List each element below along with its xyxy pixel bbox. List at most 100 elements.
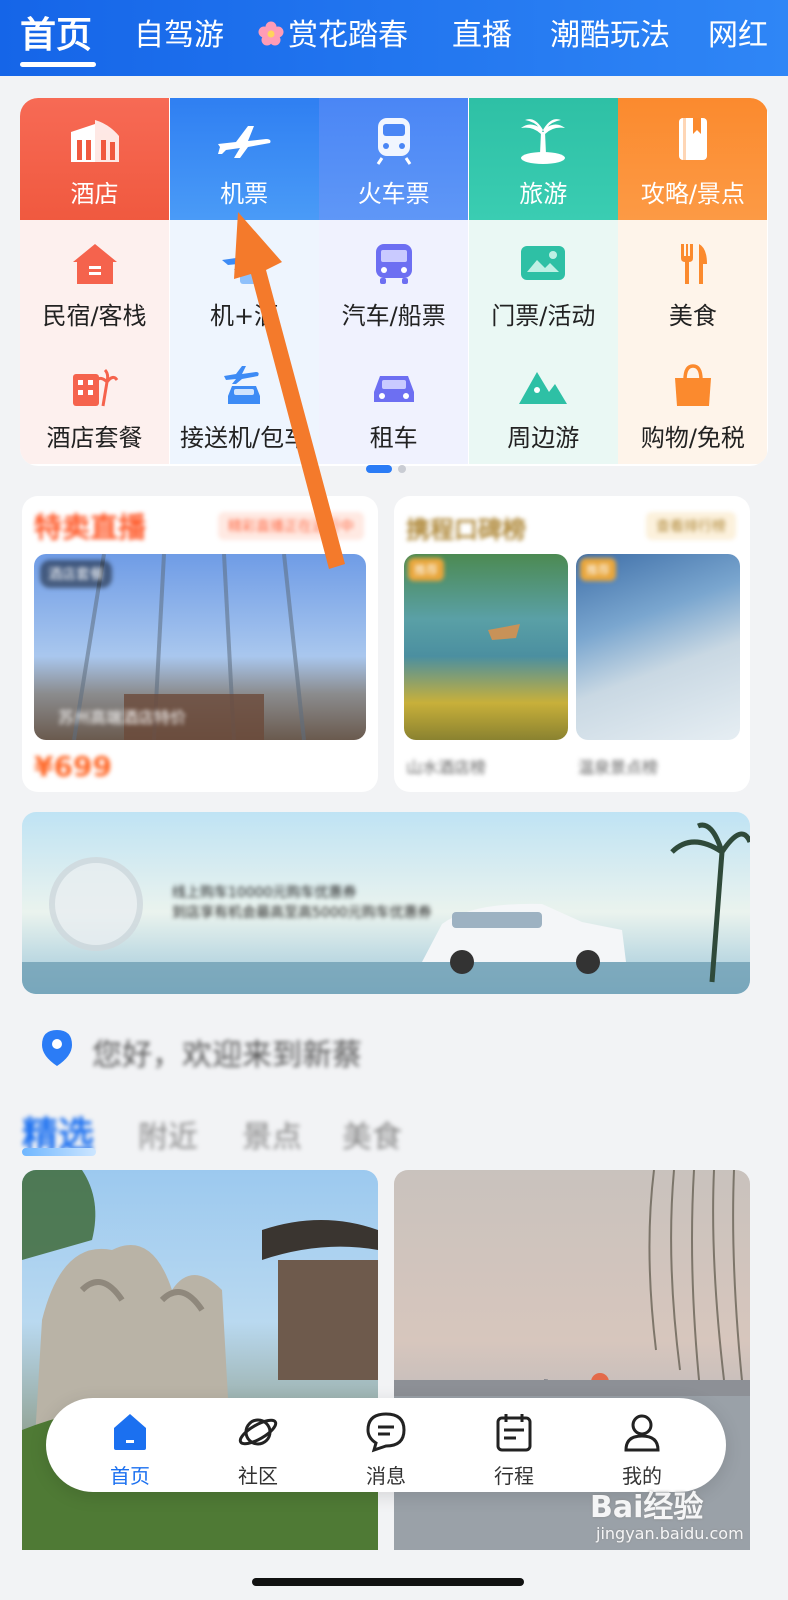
banner-line2: 到店享有机会最高至高5000元购车优惠券 xyxy=(172,905,432,921)
ranking-card[interactable]: 携程口碑榜 查看排行榜 推荐 推荐 山水酒店榜 温泉景点榜 xyxy=(394,496,750,792)
service-guide[interactable]: 攻略/景点 xyxy=(618,98,768,220)
service-food[interactable]: 美食 xyxy=(618,220,768,342)
feed-tab-nearby[interactable]: 附近 xyxy=(138,1112,198,1156)
service-nearby-tour[interactable]: 周边游 xyxy=(468,342,618,464)
service-flight[interactable]: 机票 xyxy=(169,98,319,220)
feed-tab-attractions[interactable]: 景点 xyxy=(242,1112,302,1156)
live-card-tag: 酒店套餐 xyxy=(40,560,112,588)
nav-home[interactable]: 首页 xyxy=(62,1398,198,1492)
service-tour[interactable]: 旅游 xyxy=(468,98,618,220)
tab-influencer[interactable]: 网红 xyxy=(708,14,768,58)
hotel-building-icon xyxy=(70,120,119,162)
live-card-badge: 精彩直播正在进行中 xyxy=(218,512,364,540)
service-grid: 酒店 机票 火车票 旅游 攻略/景点 民宿/客栈 机+酒 汽车/船票 门票/活动… xyxy=(20,98,768,466)
cherry-blossom-icon xyxy=(258,21,284,46)
home-icon xyxy=(114,1414,146,1450)
fork-knife-icon xyxy=(680,244,707,284)
service-label: 火车票 xyxy=(357,180,430,208)
nav-community[interactable]: 社区 xyxy=(190,1398,326,1492)
feed-tab-indicator xyxy=(22,1148,96,1156)
primary-service-row: 酒店 机票 火车票 旅游 攻略/景点 xyxy=(20,98,768,220)
car-rental-icon xyxy=(373,376,414,402)
nav-profile[interactable]: 我的 xyxy=(574,1398,710,1492)
airport-transfer-icon xyxy=(224,366,261,404)
nav-itinerary[interactable]: 行程 xyxy=(446,1398,582,1492)
nav-label: 首页 xyxy=(110,1464,150,1488)
ticket-icon xyxy=(521,246,566,280)
guidebook-icon xyxy=(678,118,707,160)
service-label: 酒店 xyxy=(70,180,119,208)
rank-caption-2: 温泉景点榜 xyxy=(578,758,659,777)
service-label: 接送机/包车 xyxy=(180,424,309,452)
service-homestay[interactable]: 民宿/客栈 xyxy=(20,220,169,342)
service-label: 酒店套餐 xyxy=(46,424,143,452)
service-label: 周边游 xyxy=(507,424,580,452)
shopping-bag-icon xyxy=(674,364,711,406)
live-sale-card[interactable]: 特卖直播 精彩直播正在进行中 酒店套餐 苏州高端酒店特价 ¥699 xyxy=(22,496,378,792)
garden-photo xyxy=(22,1170,378,1550)
nav-label: 社区 xyxy=(238,1464,278,1488)
nav-label: 行程 xyxy=(494,1464,534,1488)
tab-trendy[interactable]: 潮酷玩法 xyxy=(550,14,670,58)
service-hotel[interactable]: 酒店 xyxy=(20,98,169,220)
train-icon xyxy=(376,118,411,165)
message-icon xyxy=(366,1412,406,1453)
service-label: 旅游 xyxy=(519,180,568,208)
calendar-icon xyxy=(496,1414,532,1452)
live-card-image: 酒店套餐 苏州高端酒店特价 xyxy=(34,554,366,740)
location-pin-icon xyxy=(42,1030,72,1066)
plane-hotel-icon xyxy=(222,248,263,284)
service-train[interactable]: 火车票 xyxy=(319,98,469,220)
service-label: 租车 xyxy=(369,424,418,452)
user-icon xyxy=(624,1414,660,1452)
nav-messages[interactable]: 消息 xyxy=(318,1398,454,1492)
feed-tabs: 精选 附近 景点 美食 xyxy=(22,1106,762,1156)
service-label: 攻略/景点 xyxy=(640,180,745,208)
service-label: 门票/活动 xyxy=(491,302,596,330)
banner-line1: 线上购车10000元购车优惠券 xyxy=(172,885,357,901)
bottom-navigation: 首页 社区 消息 行程 我的 xyxy=(46,1398,726,1492)
hotel-package-icon xyxy=(72,368,118,407)
rank-card-image-1: 推荐 xyxy=(404,554,568,740)
service-label: 美食 xyxy=(668,302,717,330)
bus-icon xyxy=(375,244,412,284)
nav-label: 消息 xyxy=(366,1464,406,1488)
page-dot-active xyxy=(366,465,392,473)
service-flight-hotel[interactable]: 机+酒 xyxy=(169,220,319,342)
live-card-price: ¥699 xyxy=(34,750,112,783)
active-tab-indicator xyxy=(20,62,96,67)
service-label: 机+酒 xyxy=(210,302,279,330)
rank-card-image-2: 推荐 xyxy=(576,554,740,740)
service-label: 民宿/客栈 xyxy=(42,302,147,330)
service-car-rental[interactable]: 租车 xyxy=(319,342,469,464)
palm-island-icon xyxy=(521,119,566,164)
service-label: 购物/免税 xyxy=(640,424,745,452)
watermark-url: jingyan.baidu.com xyxy=(596,1524,744,1543)
rank-card-title: 携程口碑榜 xyxy=(406,516,526,544)
house-icon xyxy=(72,244,117,284)
service-airport-transfer[interactable]: 接送机/包车 xyxy=(169,342,319,464)
service-hotel-package[interactable]: 酒店套餐 xyxy=(20,342,169,464)
rank-caption-1: 山水酒店榜 xyxy=(406,758,487,777)
tab-flower-viewing[interactable]: 赏花踏春 xyxy=(258,14,408,58)
service-tickets[interactable]: 门票/活动 xyxy=(468,220,618,342)
service-label: 机票 xyxy=(220,180,269,208)
planet-icon xyxy=(238,1418,278,1446)
welcome-text: 您好，欢迎来到新蔡 xyxy=(92,1038,362,1073)
live-card-title: 特卖直播 xyxy=(34,511,147,544)
feed-card-garden[interactable] xyxy=(22,1170,378,1550)
feed-tab-food[interactable]: 美食 xyxy=(342,1112,402,1156)
service-shopping[interactable]: 购物/免税 xyxy=(618,342,768,464)
tab-home[interactable]: 首页 xyxy=(20,14,92,58)
car-promo-banner[interactable]: 线上购车10000元购车优惠券 到店享有机会最高至高5000元购车优惠券 xyxy=(22,812,750,994)
top-tab-bar: 首页 自驾游 赏花踏春 直播 潮酷玩法 网红 xyxy=(0,0,788,76)
tab-self-drive[interactable]: 自驾游 xyxy=(134,14,224,58)
service-bus-ship[interactable]: 汽车/船票 xyxy=(319,220,469,342)
location-welcome[interactable]: 您好，欢迎来到新蔡 xyxy=(40,1028,362,1073)
home-indicator[interactable] xyxy=(252,1578,524,1586)
tab-live[interactable]: 直播 xyxy=(452,14,512,58)
rank-tag-1: 推荐 xyxy=(408,558,445,581)
rank-card-badge: 查看排行榜 xyxy=(646,512,736,540)
boat-scene xyxy=(488,624,520,640)
rank-tag-2: 推荐 xyxy=(580,558,617,581)
